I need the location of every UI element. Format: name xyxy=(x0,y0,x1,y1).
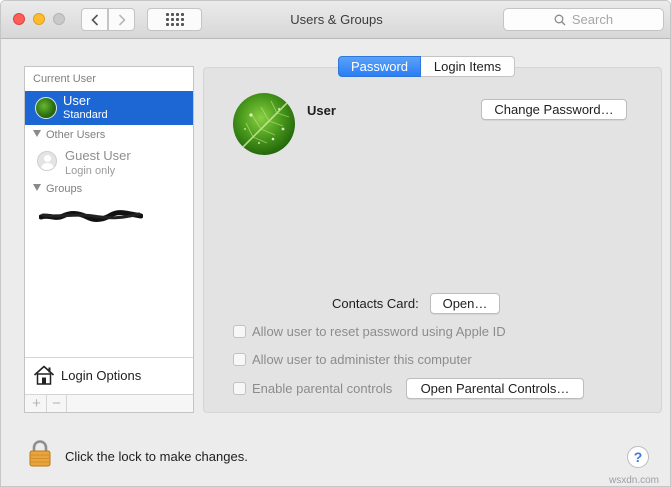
admin-label: Allow user to administer this computer xyxy=(252,351,472,367)
search-icon xyxy=(554,14,566,25)
user-full-name: User xyxy=(307,103,336,118)
open-parental-controls-button[interactable]: Open Parental Controls… xyxy=(406,378,584,399)
login-options-label: Login Options xyxy=(61,368,142,383)
lock-message: Click the lock to make changes. xyxy=(65,449,248,464)
groups-header[interactable]: Groups xyxy=(33,183,82,195)
other-users-label: Other Users xyxy=(46,129,106,141)
login-options-item[interactable]: Login Options xyxy=(25,357,193,393)
admin-checkbox[interactable] xyxy=(233,352,246,366)
current-user-role: Standard xyxy=(63,109,108,121)
open-contacts-card-button[interactable]: Open… xyxy=(430,293,500,314)
reset-password-option[interactable]: Allow user to reset password using Apple… xyxy=(233,323,506,339)
disclosure-triangle-icon xyxy=(33,184,41,191)
leaf-image xyxy=(242,100,290,148)
redacted-group-name[interactable] xyxy=(39,209,143,223)
house-icon xyxy=(33,365,55,385)
title-bar: Users & Groups Search xyxy=(1,1,670,39)
search-field[interactable]: Search xyxy=(503,8,664,31)
tab-bar: Password Login Items xyxy=(338,56,515,77)
guest-avatar xyxy=(37,151,57,171)
current-user-name: User xyxy=(63,93,91,108)
parental-controls-option[interactable]: Enable parental controls xyxy=(233,380,392,396)
other-users-header[interactable]: Other Users xyxy=(33,129,105,141)
disclosure-triangle-icon xyxy=(33,130,41,137)
tab-login-items[interactable]: Login Items xyxy=(421,56,515,77)
reset-password-label: Allow user to reset password using Apple… xyxy=(252,323,506,339)
groups-label: Groups xyxy=(46,183,83,195)
add-remove-bar: + − xyxy=(25,394,193,412)
user-picture[interactable] xyxy=(233,93,295,155)
preferences-window: Users & Groups Search Current User User … xyxy=(0,0,671,487)
current-user-header: Current User xyxy=(33,73,96,85)
user-avatar xyxy=(35,97,57,119)
help-button[interactable]: ? xyxy=(627,446,649,468)
users-sidebar: Current User User Standard Other Users G… xyxy=(24,66,194,413)
parental-controls-label: Enable parental controls xyxy=(252,380,393,396)
add-user-button[interactable]: + xyxy=(27,395,47,412)
remove-user-button[interactable]: − xyxy=(47,395,67,412)
admin-option[interactable]: Allow user to administer this computer xyxy=(233,351,472,367)
tab-password[interactable]: Password xyxy=(338,56,421,77)
contacts-card-label: Contacts Card: xyxy=(332,296,419,311)
guest-user-name[interactable]: Guest User xyxy=(65,148,131,163)
sidebar-item-current-user[interactable]: User Standard xyxy=(25,91,193,125)
parental-controls-checkbox[interactable] xyxy=(233,381,246,395)
lock-icon[interactable] xyxy=(28,439,52,467)
change-password-button[interactable]: Change Password… xyxy=(481,99,627,120)
reset-password-checkbox[interactable] xyxy=(233,324,246,338)
watermark: wsxdn.com xyxy=(609,475,660,486)
search-placeholder: Search xyxy=(571,12,614,27)
guest-user-status: Login only xyxy=(65,165,116,177)
